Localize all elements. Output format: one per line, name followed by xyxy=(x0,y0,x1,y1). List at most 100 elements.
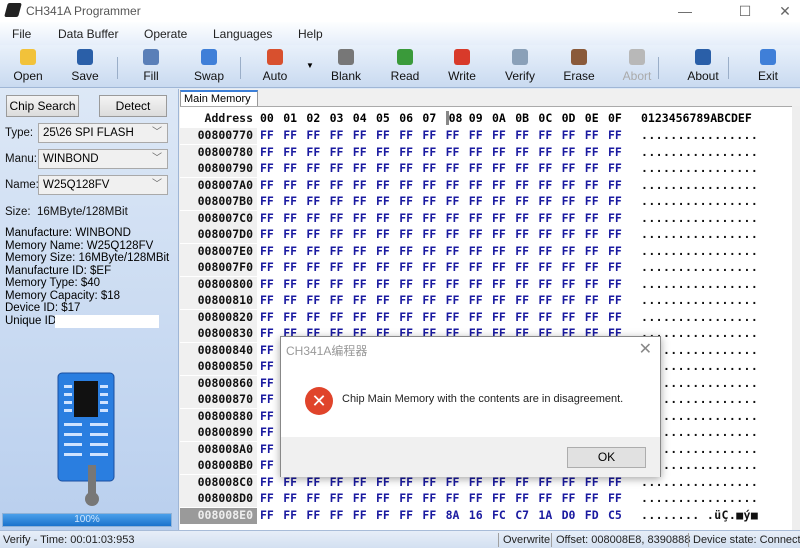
auto-dropdown-arrow-icon[interactable]: ▼ xyxy=(306,61,314,70)
status-device-state: Device state: Connected xyxy=(693,534,800,546)
menu-data-buffer[interactable]: Data Buffer xyxy=(58,27,118,41)
tab-main-memory[interactable]: Main Memory xyxy=(180,90,258,106)
hex-byte: FF xyxy=(584,177,599,192)
ok-button[interactable]: OK xyxy=(567,447,646,468)
manufacturer-select[interactable]: WINBOND ﹀ xyxy=(38,149,168,169)
hex-byte: FF xyxy=(260,128,274,142)
hex-byte: FF xyxy=(492,177,506,192)
app-chip-icon xyxy=(4,3,22,17)
blank-button[interactable]: Blank xyxy=(321,45,371,88)
hex-byte: FF xyxy=(399,491,414,505)
hex-byte: FF xyxy=(422,491,437,505)
minimize-button[interactable]: — xyxy=(662,0,708,22)
save-button[interactable]: Save xyxy=(60,45,110,88)
hex-byte: FF xyxy=(399,309,414,324)
hex-byte: FF xyxy=(492,210,506,225)
open-button[interactable]: Open xyxy=(3,45,53,88)
hex-byte: FF xyxy=(376,210,390,225)
column-header: 05 xyxy=(376,111,390,125)
hex-byte: FF xyxy=(584,260,599,274)
divider xyxy=(551,533,552,547)
row-address: 008007B0 xyxy=(180,194,257,210)
detect-button[interactable]: Detect xyxy=(99,95,167,117)
hex-byte: FF xyxy=(306,177,321,192)
hex-byte: FF xyxy=(445,260,460,274)
hex-byte: FF xyxy=(561,276,576,291)
hex-byte: FF xyxy=(468,491,483,505)
verify-button[interactable]: Verify xyxy=(495,45,545,88)
hex-byte: FF xyxy=(306,128,321,142)
erase-button[interactable]: Erase xyxy=(554,45,604,88)
hex-byte: FF xyxy=(376,309,390,324)
column-header: 08 xyxy=(445,111,462,125)
hex-byte: FF xyxy=(283,293,298,307)
hex-byte: FF xyxy=(515,210,530,225)
hex-byte: FF xyxy=(260,491,274,505)
menu-languages[interactable]: Languages xyxy=(213,27,272,41)
row-address: 008008A0 xyxy=(180,441,257,458)
dialog-close-button[interactable]: ✕ xyxy=(639,339,652,359)
info-icon xyxy=(695,49,711,65)
read-button[interactable]: Read xyxy=(380,45,430,88)
menu-file[interactable]: File xyxy=(12,27,31,41)
write-button[interactable]: Write xyxy=(437,45,487,88)
column-header: 07 xyxy=(422,111,437,125)
fill-icon xyxy=(143,49,159,65)
info-manufacture-id: Manufacture ID: $EF xyxy=(5,264,112,277)
type-select[interactable]: 25\26 SPI FLASH ﹀ xyxy=(38,123,168,143)
row-address: 008007A0 xyxy=(180,177,257,194)
hex-byte: FF xyxy=(352,194,367,208)
hex-byte: FF xyxy=(561,161,576,175)
about-button[interactable]: About xyxy=(678,45,728,88)
hex-byte: FF xyxy=(561,293,576,307)
hex-byte: FF xyxy=(445,243,460,258)
hex-byte: FF xyxy=(329,177,344,192)
abort-icon xyxy=(629,49,645,65)
fill-button[interactable]: Fill xyxy=(126,45,176,88)
type-label: Type: xyxy=(5,127,34,139)
exit-button[interactable]: Exit xyxy=(743,45,793,88)
blank-chip-icon xyxy=(338,49,354,65)
hex-byte: FF xyxy=(329,227,344,241)
chip-name-select[interactable]: W25Q128FV ﹀ xyxy=(38,175,168,195)
hex-byte: FF xyxy=(422,194,437,208)
auto-button[interactable]: Auto xyxy=(250,45,300,88)
hex-byte: FF xyxy=(352,177,367,192)
toolbar-divider xyxy=(117,57,118,79)
hex-byte: FF xyxy=(584,210,599,225)
chip-socket-diagram-icon xyxy=(57,372,115,506)
hex-byte: 8A xyxy=(445,507,460,522)
progress-bar: 100% xyxy=(2,513,172,527)
hex-byte: FF xyxy=(468,210,483,225)
hex-byte: FF xyxy=(399,260,414,274)
exit-label: Exit xyxy=(757,69,778,83)
ascii-text: ................ xyxy=(641,260,759,274)
hex-byte: FF xyxy=(422,260,437,274)
menu-help[interactable]: Help xyxy=(298,27,323,41)
close-button[interactable]: ✕ xyxy=(770,0,800,22)
unique-id-field[interactable] xyxy=(55,314,159,328)
vertical-scrollbar[interactable] xyxy=(792,106,800,530)
column-header: 06 xyxy=(399,111,414,125)
row-address: 00800870 xyxy=(180,392,257,408)
fill-label: Fill xyxy=(143,69,159,83)
ascii-text: ................ xyxy=(641,144,759,159)
hex-byte: FF xyxy=(260,293,274,307)
row-address: 00800790 xyxy=(180,161,257,177)
hex-byte: FF xyxy=(561,144,576,159)
hex-byte: FF xyxy=(492,128,506,142)
hex-byte: FF xyxy=(468,144,483,159)
column-header: 0D xyxy=(561,111,576,125)
hex-byte: FF xyxy=(422,177,437,192)
hex-byte: FF xyxy=(352,161,367,175)
hex-byte: FF xyxy=(445,210,460,225)
hex-byte: FF xyxy=(445,144,460,159)
swap-button[interactable]: Swap xyxy=(184,45,234,88)
hex-byte: FF xyxy=(399,128,414,142)
hex-byte: FF xyxy=(399,243,414,258)
chip-search-button[interactable]: Chip Search xyxy=(6,95,79,117)
row-address: 008008C0 xyxy=(180,474,257,491)
maximize-button[interactable]: ☐ xyxy=(722,0,768,22)
hex-byte: FF xyxy=(306,507,321,522)
menu-operate[interactable]: Operate xyxy=(144,27,187,41)
